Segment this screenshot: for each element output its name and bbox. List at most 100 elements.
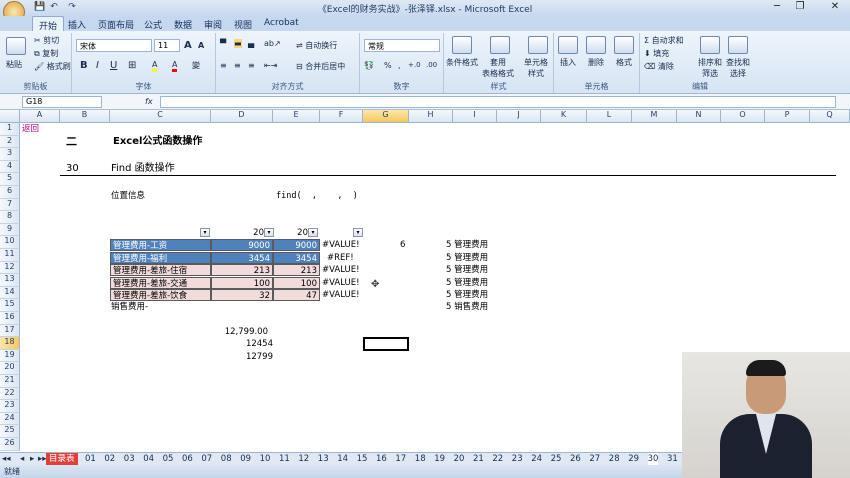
- name-box[interactable]: G18: [22, 96, 102, 108]
- paste-button[interactable]: 粘贴: [6, 59, 22, 70]
- formula-input[interactable]: [160, 96, 836, 108]
- wrap-text-button[interactable]: ⇌ 自动换行: [296, 40, 337, 51]
- sheet-nav-first[interactable]: ◂◂: [2, 453, 11, 465]
- phonetic-button[interactable]: 變: [192, 60, 200, 71]
- cut-button[interactable]: ✂ 剪切: [34, 35, 59, 46]
- column-header[interactable]: D: [211, 110, 273, 123]
- row-header[interactable]: 11: [0, 249, 20, 262]
- align-right-icon[interactable]: ≡: [248, 61, 255, 70]
- percent-button[interactable]: %: [384, 61, 392, 70]
- row-header[interactable]: 4: [0, 160, 20, 174]
- filter-dropdown-c[interactable]: ▾: [200, 228, 210, 237]
- sheet-tab[interactable]: 06: [182, 453, 193, 465]
- orientation-icon[interactable]: ab↗: [264, 39, 281, 48]
- fill-button[interactable]: ⬇ 填充: [644, 48, 669, 59]
- find-select-icon[interactable]: [728, 36, 748, 54]
- minimize-button[interactable]: ─: [766, 1, 788, 14]
- sheet-tab[interactable]: 05: [163, 453, 174, 465]
- italic-button[interactable]: I: [96, 60, 99, 71]
- sheet-tab[interactable]: 07: [201, 453, 212, 465]
- row-header[interactable]: 9: [0, 223, 20, 237]
- sheet-tab[interactable]: 14: [337, 453, 348, 465]
- indent-icon[interactable]: ⇤⇥: [264, 61, 277, 70]
- font-size-select[interactable]: 11: [154, 39, 180, 52]
- table-format-icon[interactable]: [490, 36, 510, 54]
- align-middle-icon[interactable]: ▬: [234, 39, 242, 48]
- row-header[interactable]: 20: [0, 362, 20, 375]
- sheet-tab[interactable]: 01: [85, 453, 96, 465]
- tab-home[interactable]: 开始: [32, 16, 65, 32]
- row-header[interactable]: 12: [0, 261, 20, 275]
- tab-insert[interactable]: 插入: [62, 16, 92, 31]
- column-header[interactable]: H: [409, 110, 453, 123]
- column-header[interactable]: J: [497, 110, 541, 123]
- row-header[interactable]: 8: [0, 211, 20, 224]
- close-button[interactable]: ✕: [824, 1, 846, 14]
- column-header[interactable]: E: [273, 110, 320, 123]
- font-color-button[interactable]: A: [172, 60, 178, 72]
- row-header[interactable]: 6: [0, 186, 20, 199]
- row-header[interactable]: 15: [0, 299, 20, 312]
- row-header[interactable]: 17: [0, 324, 20, 338]
- row-header[interactable]: 5: [0, 173, 20, 186]
- row-header[interactable]: 19: [0, 349, 20, 363]
- tab-page-layout[interactable]: 页面布局: [92, 16, 140, 31]
- sheet-tab[interactable]: 16: [376, 453, 387, 465]
- active-cell-g18[interactable]: [363, 337, 409, 351]
- tab-formulas[interactable]: 公式: [138, 16, 168, 31]
- row-header[interactable]: 24: [0, 412, 20, 426]
- column-header[interactable]: O: [721, 110, 765, 123]
- row-header[interactable]: 2: [0, 135, 20, 149]
- column-header[interactable]: K: [541, 110, 587, 123]
- autosum-button[interactable]: Σ 自动求和: [644, 35, 684, 46]
- sheet-tab[interactable]: 10: [260, 453, 271, 465]
- delete-button[interactable]: 删除: [588, 57, 604, 68]
- sheet-tab[interactable]: 04: [143, 453, 154, 465]
- fill-color-button[interactable]: A: [152, 60, 158, 72]
- align-center-icon[interactable]: ≡: [234, 61, 241, 70]
- align-top-icon[interactable]: ▀: [220, 39, 226, 48]
- delete-icon[interactable]: [586, 36, 606, 54]
- sheet-tab[interactable]: 31: [667, 453, 678, 465]
- underline-button[interactable]: U: [110, 60, 117, 71]
- row-header[interactable]: 10: [0, 236, 20, 249]
- sheet-tab[interactable]: 20: [454, 453, 465, 465]
- row-header[interactable]: 7: [0, 198, 20, 212]
- row-header[interactable]: 21: [0, 375, 20, 388]
- tab-view[interactable]: 视图: [228, 16, 258, 31]
- filter-dropdown-e[interactable]: ▾: [308, 228, 318, 237]
- filter-dropdown-f[interactable]: ▾: [353, 228, 363, 237]
- cell-styles-button[interactable]: 单元格 样式: [524, 57, 548, 79]
- format-painter-button[interactable]: 🖌 格式刷: [34, 61, 71, 72]
- insert-icon[interactable]: [558, 36, 578, 54]
- increase-decimal-button[interactable]: +.0: [408, 61, 421, 69]
- row-header[interactable]: 18: [0, 337, 20, 350]
- sheet-nav-prev[interactable]: ◂: [20, 453, 24, 465]
- comma-button[interactable]: ,: [398, 61, 401, 70]
- sheet-tab[interactable]: 27: [589, 453, 600, 465]
- column-header[interactable]: P: [765, 110, 810, 123]
- column-header[interactable]: Q: [810, 110, 850, 123]
- column-header[interactable]: L: [587, 110, 632, 123]
- shrink-font-button[interactable]: A: [198, 41, 204, 50]
- number-format-select[interactable]: 常规: [364, 39, 440, 52]
- tab-acrobat[interactable]: Acrobat: [258, 16, 305, 31]
- row-header[interactable]: 14: [0, 286, 20, 300]
- sheet-tab[interactable]: 09: [240, 453, 251, 465]
- column-header[interactable]: C: [110, 110, 211, 123]
- column-header[interactable]: I: [453, 110, 497, 123]
- conditional-format-icon[interactable]: [452, 36, 472, 54]
- row-header[interactable]: 25: [0, 425, 20, 438]
- currency-icon[interactable]: 💱: [364, 61, 374, 70]
- align-left-icon[interactable]: ≡: [220, 61, 227, 70]
- sheet-tab[interactable]: 25: [551, 453, 562, 465]
- back-link[interactable]: 返回: [22, 123, 39, 135]
- table-format-button[interactable]: 套用 表格格式: [482, 57, 514, 79]
- column-header[interactable]: N: [677, 110, 721, 123]
- column-header[interactable]: G: [363, 110, 409, 123]
- sheet-tab[interactable]: 28: [609, 453, 620, 465]
- tab-data[interactable]: 数据: [168, 16, 198, 31]
- cell-styles-icon[interactable]: [528, 36, 548, 54]
- sheet-nav-next[interactable]: ▸: [30, 453, 34, 465]
- decrease-decimal-button[interactable]: .00: [426, 61, 437, 69]
